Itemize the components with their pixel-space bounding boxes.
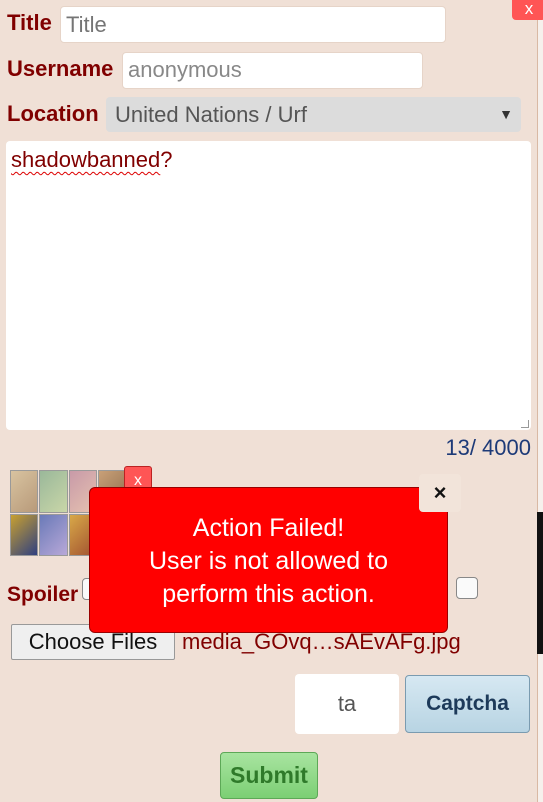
- post-form: x Title Username anonymous Location Unit…: [0, 0, 543, 802]
- misspelled-word: shadowbanned: [11, 147, 161, 172]
- captcha-button[interactable]: Captcha: [405, 675, 530, 733]
- toast-title: Action Failed!: [192, 514, 345, 542]
- chevron-down-icon: ▼: [499, 106, 513, 122]
- toast-message-line2: perform this action.: [162, 580, 375, 608]
- background-page-edge: [537, 0, 543, 802]
- thumbnail-tile: [39, 470, 68, 513]
- error-toast: Action Failed! User is not allowed to pe…: [89, 487, 448, 633]
- message-rest: ?: [160, 147, 173, 172]
- location-label: Location: [7, 101, 99, 126]
- background-image-edge: [537, 512, 543, 654]
- submit-button[interactable]: Submit: [220, 752, 318, 799]
- thumbnail-tile: [10, 513, 39, 556]
- close-form-button[interactable]: x: [512, 0, 543, 20]
- message-textarea[interactable]: shadowbanned?: [6, 141, 531, 430]
- resize-handle[interactable]: [521, 420, 529, 428]
- location-select[interactable]: United Nations / Urf ▼: [106, 97, 521, 132]
- username-label: Username: [7, 56, 114, 81]
- title-label: Title: [7, 10, 52, 35]
- location-selected-value: United Nations / Urf: [115, 102, 307, 127]
- spoiler-label: Spoiler: [7, 583, 79, 606]
- close-icon[interactable]: ×: [419, 474, 461, 512]
- option-checkbox[interactable]: [456, 577, 478, 599]
- character-counter: 13/ 4000: [445, 435, 531, 460]
- thumbnail-tile: [10, 470, 39, 513]
- title-input[interactable]: [60, 6, 446, 43]
- thumbnail-tile: [39, 513, 68, 556]
- toast-message-line1: User is not allowed to: [148, 547, 388, 575]
- username-input[interactable]: anonymous: [122, 52, 423, 89]
- captcha-input[interactable]: ta: [295, 674, 399, 734]
